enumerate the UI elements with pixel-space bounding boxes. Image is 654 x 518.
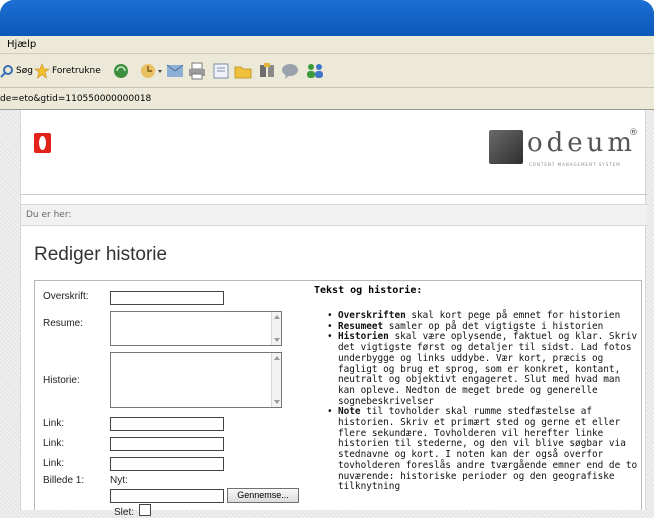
star-icon: [34, 63, 50, 79]
people-icon: [307, 64, 323, 78]
summary-label: Resume:: [43, 318, 84, 329]
odeum-wordmark: odeum: [527, 128, 637, 158]
odeum-mark-icon: [489, 130, 523, 164]
help-item-text: skal kort pege på emnet for historien: [405, 310, 621, 321]
window-titlebar: [0, 0, 654, 36]
help-item-text: skal være oplysende, faktuel og klar. Sk…: [338, 331, 638, 407]
image-file-input[interactable]: [110, 489, 224, 503]
edit-toolbar-button[interactable]: [212, 61, 230, 81]
chat-icon: [282, 64, 298, 79]
research-toolbar-button[interactable]: [258, 61, 276, 81]
menu-help[interactable]: Hjælp: [7, 39, 36, 50]
search-icon: [0, 65, 13, 78]
header-divider: [21, 194, 647, 195]
address-bar[interactable]: de=eto&gtid=110550000000018: [0, 88, 654, 110]
link-label-2: Link:: [43, 438, 65, 449]
menu-bar: Hjælp: [0, 36, 654, 54]
help-item: Historien skal være oplysende, faktuel o…: [327, 332, 642, 407]
browser-window: Hjælp Søg Foretrukne de=eto&gtid=1105500…: [0, 0, 654, 518]
help-item-term: Note: [338, 406, 361, 418]
headline-input[interactable]: [110, 291, 224, 305]
mail-toolbar-button[interactable]: [166, 61, 184, 81]
help-item-text: samler op på det vigtigste i historien: [383, 320, 604, 332]
help-list: Overskriften skal kort pege på emnet for…: [327, 310, 642, 493]
address-url[interactable]: de=eto&gtid=110550000000018: [0, 94, 151, 104]
edit-icon: [213, 63, 229, 79]
site-logo-icon[interactable]: [34, 133, 51, 153]
story-label: Historie:: [43, 375, 80, 386]
edit-story-form: Overskrift: Resume: Historie: Link: Link…: [34, 280, 642, 518]
link-label-1: Link:: [43, 418, 65, 429]
help-item-text: til tovholder skal rumme stedfæstelse af…: [338, 406, 638, 493]
browse-button[interactable]: Gennemse...: [227, 488, 299, 503]
print-toolbar-button[interactable]: [188, 61, 206, 81]
delete-checkbox[interactable]: [139, 504, 151, 516]
web-page: odeum ® CONTENT MANAGEMENT SYSTEM Du er …: [20, 110, 647, 518]
summary-textarea[interactable]: [110, 311, 282, 346]
link-input-2[interactable]: [110, 437, 224, 451]
breadcrumb-label: Du er her:: [26, 210, 72, 220]
odeum-tagline: CONTENT MANAGEMENT SYSTEM: [529, 162, 621, 167]
messenger-toolbar-button[interactable]: [280, 61, 300, 81]
media-toolbar-button[interactable]: [112, 61, 130, 81]
folder-icon: [234, 66, 252, 79]
mail-icon: [166, 64, 184, 77]
print-icon: [189, 62, 205, 80]
headline-label: Overskrift:: [43, 291, 89, 302]
favorites-toolbar-button[interactable]: Foretrukne: [34, 61, 101, 81]
page-viewport: odeum ® CONTENT MANAGEMENT SYSTEM Du er …: [0, 110, 654, 518]
research-icon: [260, 63, 274, 77]
link-input-3[interactable]: [110, 457, 224, 471]
history-icon: [141, 64, 162, 78]
help-item-term: Historien: [338, 331, 389, 343]
help-title: Tekst og historie:: [314, 285, 423, 296]
breadcrumb: Du er her:: [21, 204, 647, 226]
link-input-1[interactable]: [110, 417, 224, 431]
help-item: Note til tovholder skal rumme stedfæstel…: [327, 406, 642, 493]
image-new-label: Nyt:: [110, 475, 128, 486]
media-icon: [114, 64, 128, 78]
summary-scrollbar[interactable]: [271, 312, 281, 345]
link-label-3: Link:: [43, 458, 65, 469]
history-toolbar-button[interactable]: [140, 61, 164, 81]
odeum-registered: ®: [629, 128, 638, 138]
image-label: Billede 1:: [43, 475, 85, 486]
search-toolbar-button[interactable]: Søg: [0, 61, 33, 81]
help-item-term: Overskriften: [338, 310, 406, 321]
page-title: Rediger historie: [34, 244, 168, 265]
contacts-toolbar-button[interactable]: [304, 61, 326, 81]
odeum-logo: odeum ® CONTENT MANAGEMENT SYSTEM: [489, 128, 639, 170]
help-item-term: Resumeet: [338, 320, 384, 332]
delete-label: Slet:: [114, 507, 135, 518]
story-scrollbar[interactable]: [271, 353, 281, 407]
favorites-toolbar-label: Foretrukne: [52, 66, 101, 76]
folder-toolbar-button[interactable]: [234, 61, 252, 81]
toolbar: Søg Foretrukne: [0, 54, 654, 88]
search-toolbar-label: Søg: [16, 66, 33, 76]
story-textarea[interactable]: [110, 352, 282, 408]
